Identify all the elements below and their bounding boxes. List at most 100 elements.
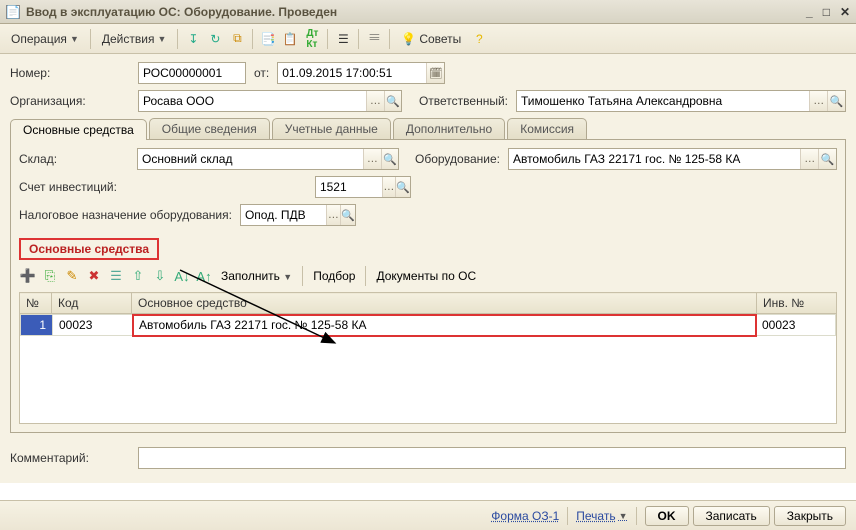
title-bar: 📄 Ввод в эксплуатацию ОС: Оборудование. … [0,0,856,24]
equipment-label: Оборудование: [415,152,500,166]
org-row: Организация: … 🔍 Ответственный: … 🔍 [10,90,846,112]
separator [636,507,637,525]
tab-accounting[interactable]: Учетные данные [272,118,391,139]
tab-general[interactable]: Общие сведения [149,118,270,139]
down-icon[interactable]: ⇩ [151,267,169,285]
invest-input[interactable] [316,177,382,197]
col-inv[interactable]: Инв. № [757,293,837,314]
equipment-field[interactable]: … 🔍 [508,148,837,170]
post-icon[interactable]: ↧ [184,30,202,48]
invest-field[interactable]: … 🔍 [315,176,411,198]
advice-button[interactable]: 💡 Советы [396,30,466,48]
grid-body[interactable]: 1 00023 Автомобиль ГАЗ 22171 гос. № 125-… [19,314,837,424]
print-menu[interactable]: Печать ▼ [576,509,627,523]
fill-menu[interactable]: Заполнить ▼ [217,269,296,283]
comment-field[interactable] [138,447,846,469]
cell-asset: Автомобиль ГАЗ 22171 гос. № 125-58 КА [133,315,756,336]
tab-additional[interactable]: Дополнительно [393,118,505,139]
close-button[interactable]: ✕ [840,5,850,19]
save-button[interactable]: Записать [693,506,770,526]
search-icon[interactable]: 🔍 [395,177,410,197]
from-label: от: [254,66,269,80]
structure-icon[interactable]: ⧉ [228,30,246,48]
number-input[interactable] [139,63,245,83]
select-button[interactable]: Подбор [309,269,359,283]
org-input[interactable] [139,91,366,111]
equipment-input[interactable] [509,149,800,169]
cell-inv: 00023 [756,315,836,336]
tab-commission[interactable]: Комиссия [507,118,587,139]
operation-menu[interactable]: Операция▼ [6,30,84,48]
tax-input[interactable] [241,205,326,225]
col-asset[interactable]: Основное средство [132,293,757,314]
help-icon[interactable]: ? [470,30,488,48]
list-icon[interactable]: ☰ [334,30,352,48]
ellipsis-icon[interactable]: … [809,91,827,111]
ellipsis-icon[interactable]: … [366,91,383,111]
form-body: Номер: от: 🗓 Организация: … 🔍 Ответствен… [0,54,856,483]
docs-button[interactable]: Документы по ОС [372,269,480,283]
responsible-field[interactable]: … 🔍 [516,90,846,112]
comment-input[interactable] [139,448,845,468]
search-icon[interactable]: 🔍 [384,91,401,111]
ellipsis-icon[interactable]: … [326,205,341,225]
number-label: Номер: [10,66,130,80]
separator [90,29,91,49]
copy-row-icon[interactable]: ⎘ [41,267,59,285]
sort-asc-icon[interactable]: A↓ [173,267,191,285]
calendar-icon[interactable]: 🗓 [426,63,444,83]
form-oz-link[interactable]: Форма ОЗ-1 [491,509,559,523]
window-title: Ввод в эксплуатацию ОС: Оборудование. Пр… [26,5,800,19]
comment-row: Комментарий: [10,447,846,469]
edit-row-icon[interactable]: ✎ [63,267,81,285]
tab-pane-main: Склад: … 🔍 Оборудование: … 🔍 Счет инвест… [10,140,846,433]
minimize-button[interactable]: _ [806,5,813,19]
repost-icon[interactable]: ↻ [206,30,224,48]
org-field[interactable]: … 🔍 [138,90,402,112]
dk-icon[interactable]: ДтКт [303,30,321,48]
ellipsis-icon[interactable]: … [382,177,396,197]
add-row-icon[interactable]: ➕ [19,267,37,285]
invest-row: Счет инвестиций: … 🔍 [19,176,837,198]
operation-label: Операция [11,32,67,46]
ellipsis-icon[interactable]: … [800,149,818,169]
number-field[interactable] [138,62,246,84]
separator [365,266,366,286]
search-icon[interactable]: 🔍 [381,149,398,169]
ok-button[interactable]: OK [645,506,689,526]
separator [358,29,359,49]
warehouse-input[interactable] [138,149,363,169]
registry-icon[interactable]: 📋 [281,30,299,48]
col-num[interactable]: № [20,293,52,314]
delete-row-icon[interactable]: ✖ [85,267,103,285]
movement-icon[interactable]: 📑 [259,30,277,48]
actions-label: Действия [102,32,155,46]
separator [302,266,303,286]
chevron-down-icon: ▼ [70,34,79,44]
sort-desc-icon[interactable]: A↑ [195,267,213,285]
search-icon[interactable]: 🔍 [340,205,355,225]
col-code[interactable]: Код [52,293,132,314]
actions-menu[interactable]: Действия▼ [97,30,172,48]
move-icon[interactable]: ☰ [107,267,125,285]
warehouse-field[interactable]: … 🔍 [137,148,399,170]
report-icon[interactable]: 𝄘 [365,30,383,48]
close-footer-button[interactable]: Закрыть [774,506,846,526]
org-label: Организация: [10,94,130,108]
responsible-input[interactable] [517,91,809,111]
table-row[interactable]: 1 00023 Автомобиль ГАЗ 22171 гос. № 125-… [21,315,836,336]
tax-field[interactable]: … 🔍 [240,204,356,226]
separator [252,29,253,49]
date-input[interactable] [278,63,426,83]
responsible-label: Ответственный: [410,94,508,108]
tab-main-assets[interactable]: Основные средства [10,119,147,140]
maximize-button[interactable]: □ [823,5,830,19]
search-icon[interactable]: 🔍 [827,91,845,111]
warehouse-label: Склад: [19,152,129,166]
search-icon[interactable]: 🔍 [818,149,836,169]
up-icon[interactable]: ⇧ [129,267,147,285]
window-controls: _ □ ✕ [806,5,850,19]
ellipsis-icon[interactable]: … [363,149,380,169]
date-field[interactable]: 🗓 [277,62,445,84]
separator [177,29,178,49]
